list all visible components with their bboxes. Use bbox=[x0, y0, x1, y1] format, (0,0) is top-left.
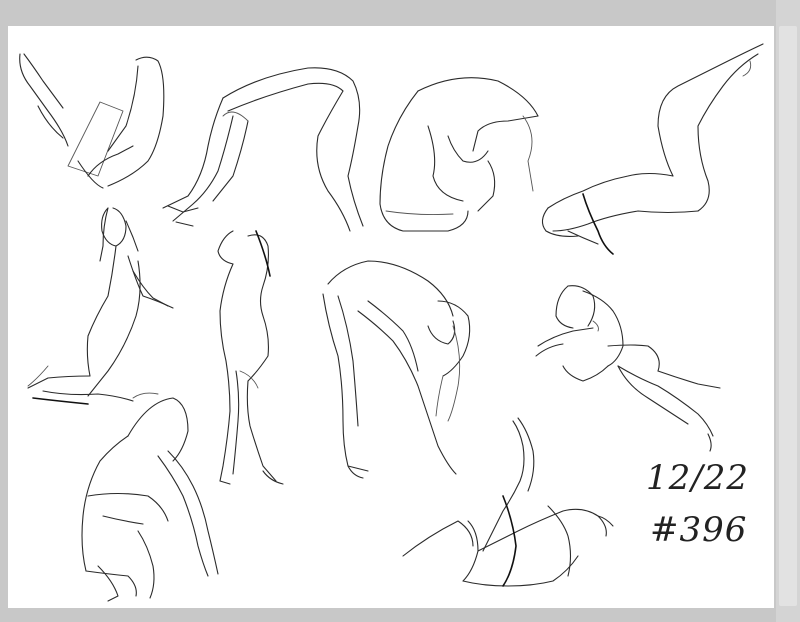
figure-sketch-4 bbox=[541, 43, 764, 255]
figure-sketch-7 bbox=[322, 260, 471, 479]
canvas-area: 12/22 #396 bbox=[0, 0, 800, 622]
sheet-number: #396 bbox=[650, 510, 748, 550]
figure-sketch-3 bbox=[379, 77, 539, 232]
figure-sketch-2 bbox=[162, 67, 364, 232]
figure-sketch-9 bbox=[81, 392, 219, 602]
figure-sketch-5 bbox=[27, 207, 174, 405]
scrollbar-thumb[interactable] bbox=[779, 26, 797, 606]
figure-sketch-10 bbox=[402, 417, 614, 587]
figure-sketch-1 bbox=[19, 53, 165, 189]
figure-sketch-8 bbox=[535, 285, 721, 452]
sheet-date: 12/22 bbox=[646, 458, 749, 498]
figure-sketch-6 bbox=[217, 230, 284, 485]
